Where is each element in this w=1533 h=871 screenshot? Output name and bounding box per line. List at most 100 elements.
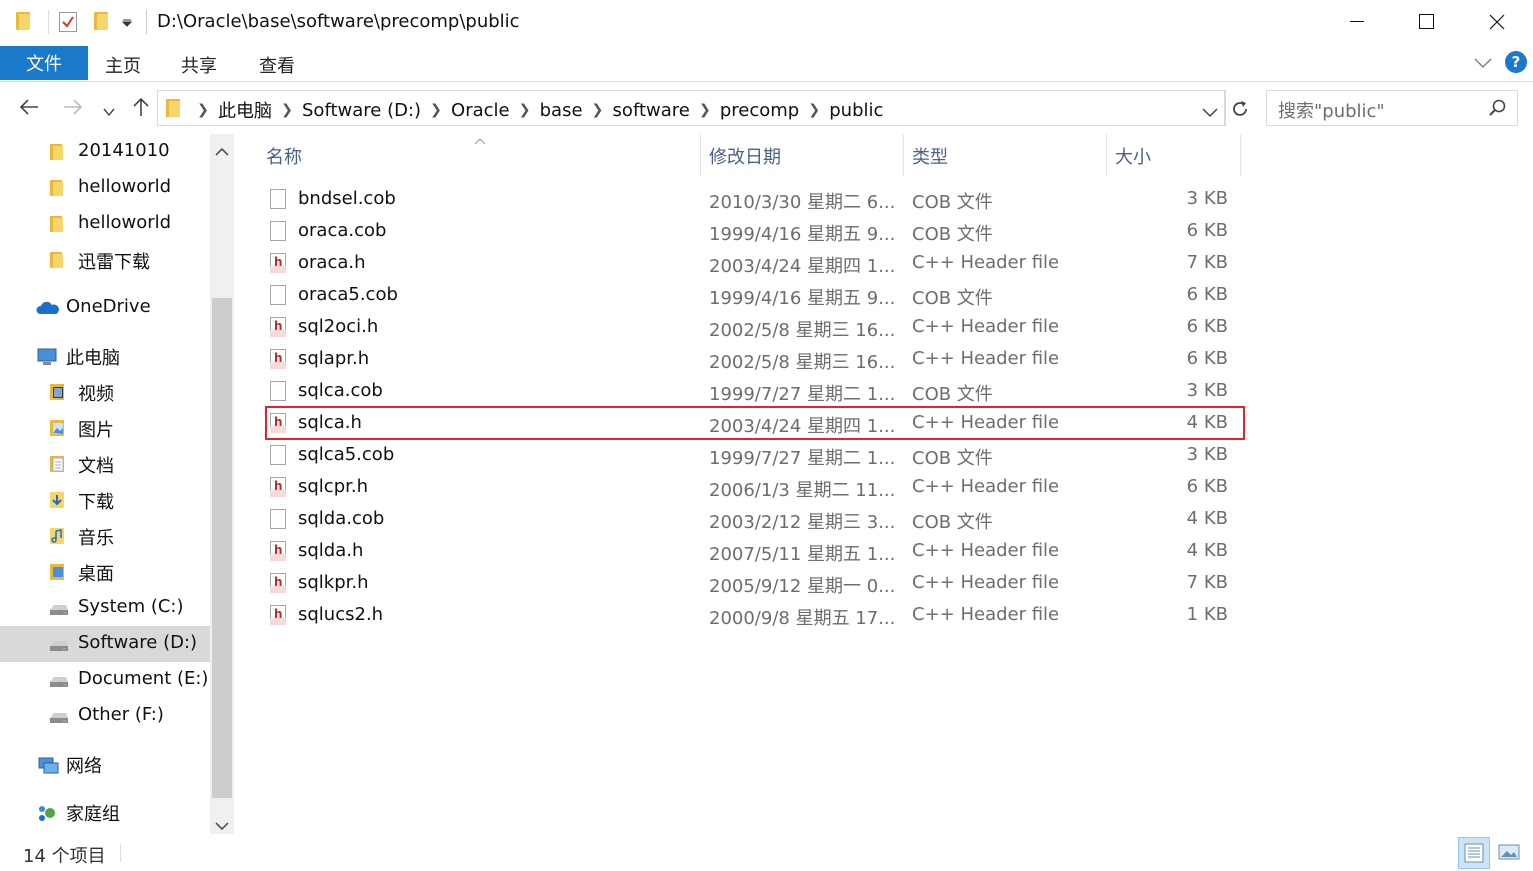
expand-ribbon-button[interactable] [1474, 54, 1492, 73]
video-folder-icon [48, 383, 66, 401]
scrollbar-thumb[interactable] [212, 298, 232, 798]
close-icon [1489, 14, 1505, 30]
scroll-down-button[interactable] [215, 816, 229, 834]
tab-view[interactable]: 查看 [259, 52, 295, 78]
column-header-size[interactable]: 大小 [1107, 134, 1240, 176]
file-row[interactable]: sqlcpr.h 2006/1/3 星期二 11... C++ Header fil… [266, 471, 1244, 503]
tab-home[interactable]: 主页 [105, 52, 141, 78]
chevron-right-icon[interactable]: ❯ [188, 102, 218, 118]
file-row[interactable]: sqlda.h 2007/5/11 星期五 1... C++ Header file… [266, 535, 1244, 567]
breadcrumb-software-d[interactable]: Software (D:) [302, 100, 421, 121]
arrow-up-icon [133, 97, 149, 116]
tab-share[interactable]: 共享 [181, 52, 217, 78]
breadcrumb-oracle[interactable]: Oracle [451, 100, 510, 121]
header-file-icon [270, 349, 286, 369]
file-type: C++ Header file [912, 476, 1060, 497]
file-name: sqlca5.cob [298, 444, 395, 465]
nav-item-18[interactable]: 家庭组 [0, 794, 210, 830]
file-type: COB 文件 [912, 224, 993, 245]
nav-item-3[interactable]: helloworld [0, 206, 210, 242]
nav-item-12[interactable]: 桌面 [0, 554, 210, 590]
divider [1224, 91, 1225, 125]
file-name: sqlca.cob [298, 380, 383, 401]
file-size: 6 KB [1186, 284, 1228, 305]
forward-button[interactable] [62, 96, 84, 122]
nav-item-17[interactable]: 网络 [0, 746, 210, 782]
header-file-icon [270, 317, 286, 337]
file-row[interactable]: sqlucs2.h 2000/9/8 星期五 17... C++ Header fi… [266, 599, 1244, 631]
column-header-date[interactable]: 修改日期 [701, 134, 903, 176]
file-row[interactable]: oraca5.cob 1999/4/16 星期五 9... COB 文件 6 KB [266, 279, 1244, 311]
file-row[interactable]: sqlca.h 2003/4/24 星期四 1... C++ Header file… [265, 406, 1245, 440]
customize-quick-access-icon[interactable] [121, 16, 135, 30]
file-modified-date: 2006/1/3 星期二 11... [709, 480, 895, 501]
scroll-up-button[interactable] [215, 142, 229, 161]
file-row[interactable]: sqlapr.h 2002/5/8 星期三 16... C++ Header fil… [266, 343, 1244, 375]
address-bar[interactable]: ❯ 此电脑 ❯ Software (D:) ❯ Oracle ❯ base ❯ … [157, 90, 1247, 126]
file-icon [270, 509, 286, 529]
column-header-name[interactable]: 名称 [244, 134, 700, 176]
file-row[interactable]: oraca.h 2003/4/24 星期四 1... C++ Header file… [266, 247, 1244, 279]
minimize-button[interactable] [1322, 0, 1392, 44]
file-row[interactable]: sqlkpr.h 2005/9/12 星期一 0... C++ Header fil… [266, 567, 1244, 599]
refresh-button[interactable] [1230, 99, 1250, 123]
file-name: sqlda.cob [298, 508, 385, 529]
large-icons-view-button[interactable] [1494, 837, 1526, 869]
details-view-button[interactable] [1458, 837, 1490, 869]
column-divider[interactable] [1240, 134, 1241, 176]
chevron-right-icon[interactable]: ❯ [510, 102, 540, 118]
breadcrumb-precomp[interactable]: precomp [720, 100, 799, 121]
back-button[interactable] [18, 96, 40, 122]
breadcrumb-base[interactable]: base [540, 100, 583, 121]
nav-item-5[interactable]: OneDrive [0, 290, 210, 326]
folder-icon[interactable] [16, 12, 30, 30]
chevron-right-icon[interactable]: ❯ [421, 102, 451, 118]
chevron-up-icon [215, 147, 229, 156]
maximize-icon [1419, 14, 1434, 29]
breadcrumb-software[interactable]: software [613, 100, 690, 121]
nav-item-8[interactable]: 图片 [0, 410, 210, 446]
nav-item-16[interactable]: Other (F:) [0, 698, 210, 734]
file-row[interactable]: bndsel.cob 2010/3/30 星期二 6... COB 文件 3 KB [266, 183, 1244, 215]
chevron-right-icon[interactable]: ❯ [583, 102, 613, 118]
help-icon[interactable]: ? [1505, 51, 1527, 73]
nav-item-11[interactable]: 音乐 [0, 518, 210, 554]
nav-item-2[interactable]: helloworld [0, 170, 210, 206]
properties-icon[interactable] [59, 12, 77, 32]
nav-item-15[interactable]: Document (E:) [0, 662, 210, 698]
nav-pane-scrollbar[interactable] [210, 134, 234, 834]
nav-item-4[interactable]: 迅雷下载 [0, 242, 210, 278]
recent-locations-button[interactable] [103, 102, 115, 121]
nav-item-6[interactable]: 此电脑 [0, 338, 210, 374]
column-header-type[interactable]: 类型 [904, 134, 1106, 176]
file-type: C++ Header file [912, 348, 1060, 369]
breadcrumb-this-pc[interactable]: 此电脑 [218, 97, 272, 123]
tab-file[interactable]: 文件 [0, 46, 88, 80]
new-folder-icon[interactable] [94, 12, 108, 30]
nav-item-7[interactable]: 视频 [0, 374, 210, 410]
file-modified-date: 2003/2/12 星期三 3... [709, 512, 895, 533]
chevron-right-icon[interactable]: ❯ [272, 102, 302, 118]
homegroup-icon [36, 803, 55, 821]
file-type: COB 文件 [912, 512, 993, 533]
chevron-right-icon[interactable]: ❯ [799, 102, 829, 118]
file-row[interactable]: sqlda.cob 2003/2/12 星期三 3... COB 文件 4 KB [266, 503, 1244, 535]
search-input[interactable]: 搜索"public" [1278, 97, 1385, 123]
file-row[interactable]: sql2oci.h 2002/5/8 星期三 16... C++ Header fi… [266, 311, 1244, 343]
up-button[interactable] [130, 96, 152, 122]
file-row[interactable]: sqlca5.cob 1999/7/27 星期二 1... COB 文件 3 KB [266, 439, 1244, 471]
file-row[interactable]: oraca.cob 1999/4/16 星期五 9... COB 文件 6 KB [266, 215, 1244, 247]
address-dropdown-button[interactable] [1202, 103, 1218, 122]
nav-item-1[interactable]: 20141010 [0, 134, 210, 170]
search-icon[interactable] [1489, 99, 1507, 121]
close-button[interactable] [1462, 0, 1532, 44]
nav-item-9[interactable]: 文档 [0, 446, 210, 482]
nav-item-14[interactable]: Software (D:) [0, 626, 210, 662]
chevron-right-icon[interactable]: ❯ [690, 102, 720, 118]
nav-item-10[interactable]: 下载 [0, 482, 210, 518]
maximize-button[interactable] [1392, 0, 1462, 44]
search-box[interactable]: 搜索"public" [1266, 90, 1518, 126]
file-row[interactable]: sqlca.cob 1999/7/27 星期二 1... COB 文件 3 KB [266, 375, 1244, 407]
breadcrumb-public[interactable]: public [829, 100, 883, 121]
nav-item-13[interactable]: System (C:) [0, 590, 210, 626]
